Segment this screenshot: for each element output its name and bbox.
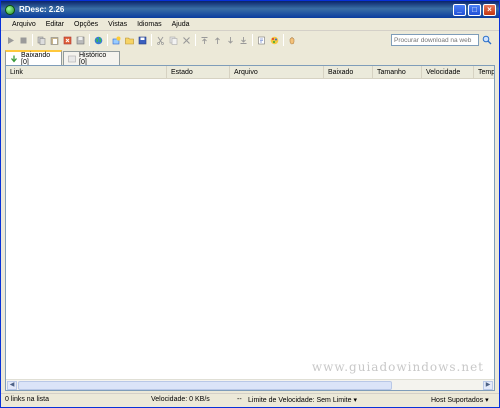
status-bar: 0 links na lista Velocidade: 0 KB/s -- L…	[1, 393, 499, 407]
column-header-velocidade[interactable]: Velocidade	[422, 66, 474, 79]
menu-editar[interactable]: Editar	[41, 21, 69, 28]
move-up-icon[interactable]	[212, 35, 223, 46]
speed-limit-dropdown[interactable]: Limite de Velocidade: Sem Limite ▾	[248, 396, 357, 404]
toolbar-separator	[89, 34, 90, 46]
menu-bar: Arquivo Editar Opções Vistas Idiomas Aju…	[1, 18, 499, 31]
window-title: RDesc: 2.26	[19, 5, 65, 14]
tab-baixando[interactable]: Baixando [0]	[5, 50, 62, 66]
copy2-icon[interactable]	[168, 35, 179, 46]
column-header-baixado[interactable]: Baixado	[324, 66, 373, 79]
chevron-down-icon: ▾	[485, 397, 489, 404]
scroll-right-arrow-icon[interactable]: ▶	[483, 381, 493, 390]
move-down-icon[interactable]	[225, 35, 236, 46]
tab-baixando-label: Baixando [0]	[21, 51, 51, 66]
tab-historico-label: Histórico [0]	[79, 51, 107, 66]
remove-icon[interactable]	[181, 35, 192, 46]
web-search-input[interactable]	[391, 34, 479, 46]
menu-ajuda[interactable]: Ajuda	[167, 21, 195, 28]
toolbar-separator	[195, 34, 196, 46]
menu-opcoes[interactable]: Opções	[69, 21, 103, 28]
download-arrow-icon	[10, 55, 18, 63]
menu-arquivo[interactable]: Arquivo	[7, 21, 41, 28]
stop-icon[interactable]	[18, 35, 29, 46]
add-link-icon[interactable]	[111, 35, 122, 46]
supported-hosts-label: Host Suportados	[431, 397, 484, 404]
menu-vistas[interactable]: Vistas	[103, 21, 132, 28]
paste-icon[interactable]	[49, 35, 60, 46]
notes-icon[interactable]	[256, 35, 267, 46]
history-icon	[68, 55, 76, 63]
horizontal-scrollbar[interactable]: ◀ ▶	[6, 379, 494, 390]
play-icon[interactable]	[5, 35, 16, 46]
menu-idiomas[interactable]: Idiomas	[132, 21, 167, 28]
window-controls: _ □ ×	[453, 3, 496, 16]
supported-hosts-dropdown[interactable]: Host Suportados ▾	[431, 396, 489, 404]
scrollbar-thumb[interactable]	[18, 381, 392, 390]
title-bar[interactable]: RDesc: 2.26 _ □ ×	[1, 1, 499, 18]
download-list[interactable]: Link Estado Arquivo Baixado Tamanho Velo…	[5, 65, 495, 391]
column-header-tempo[interactable]: Tempo	[474, 66, 494, 79]
close-button[interactable]: ×	[483, 3, 496, 16]
column-header-link[interactable]: Link	[6, 66, 167, 79]
toolbar-separator	[252, 34, 253, 46]
tab-historico[interactable]: Histórico [0]	[63, 51, 120, 66]
status-speed: Velocidade: 0 KB/s	[151, 396, 210, 403]
column-header-tamanho[interactable]: Tamanho	[373, 66, 422, 79]
maximize-button[interactable]: □	[468, 3, 481, 16]
move-top-icon[interactable]	[199, 35, 210, 46]
save-icon[interactable]	[137, 35, 148, 46]
minimize-button[interactable]: _	[453, 3, 466, 16]
delete-icon[interactable]	[62, 35, 73, 46]
scroll-left-arrow-icon[interactable]: ◀	[7, 381, 17, 390]
speed-limit-label: Limite de Velocidade: Sem Limite	[248, 397, 352, 404]
open-folder-icon[interactable]	[124, 35, 135, 46]
move-bottom-icon[interactable]	[238, 35, 249, 46]
search-icon[interactable]	[481, 34, 493, 46]
list-header: Link Estado Arquivo Baixado Tamanho Velo…	[6, 66, 494, 79]
toolbar-separator	[32, 34, 33, 46]
column-header-estado[interactable]: Estado	[167, 66, 230, 79]
hand-icon[interactable]	[287, 35, 298, 46]
toolbar-separator	[151, 34, 152, 46]
toolbar-separator	[107, 34, 108, 46]
column-header-arquivo[interactable]: Arquivo	[230, 66, 324, 79]
status-link-count: 0 links na lista	[5, 396, 49, 403]
toolbar-separator	[283, 34, 284, 46]
app-icon	[5, 4, 15, 15]
app-window: RDesc: 2.26 _ □ × Arquivo Editar Opções …	[0, 0, 500, 408]
cut-icon[interactable]	[155, 35, 166, 46]
tab-strip: Baixando [0] Histórico [0]	[1, 49, 499, 66]
palette-icon[interactable]	[269, 35, 280, 46]
chevron-down-icon: ▾	[353, 397, 357, 404]
disk-icon[interactable]	[75, 35, 86, 46]
watermark-text: www.guiadowindows.net	[311, 360, 484, 374]
copy-icon[interactable]	[36, 35, 47, 46]
toolbar	[1, 31, 499, 49]
status-separator: --	[237, 396, 242, 403]
globe-icon[interactable]	[93, 35, 104, 46]
